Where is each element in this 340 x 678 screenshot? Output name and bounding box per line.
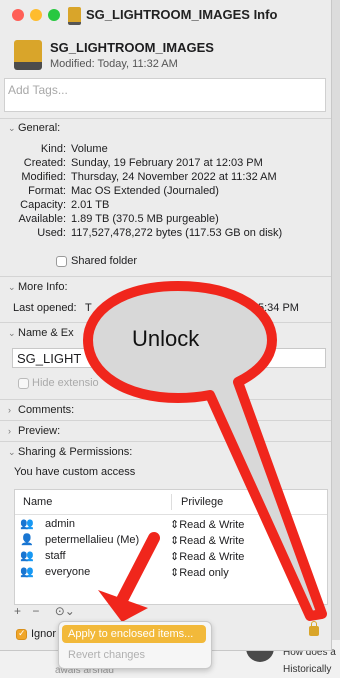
user-name: everyone (45, 566, 91, 578)
section-more-info-label: More Info: (18, 281, 68, 293)
drive-icon (68, 7, 81, 25)
created-value: Sunday, 19 February 2017 at 12:03 PM (71, 157, 263, 169)
background-text-2: Historically (283, 664, 332, 675)
user-icon: 👤 (20, 534, 34, 546)
action-menu-icon[interactable]: ⊙⌄ (55, 604, 75, 618)
column-name[interactable]: Name (23, 496, 52, 508)
divider (0, 420, 331, 421)
column-privilege[interactable]: Privilege (181, 496, 223, 508)
privilege-select[interactable]: ⇕Read & Write (170, 518, 244, 531)
group-icon: 👥 (20, 518, 34, 530)
kind-label: Kind: (40, 143, 66, 155)
file-name: SG_LIGHTROOM_IMAGES (50, 40, 214, 55)
lock-icon[interactable] (309, 621, 319, 636)
revert-changes[interactable]: Revert changes (68, 649, 145, 661)
group-icon: 👥 (20, 550, 34, 562)
last-opened-value-start: T (85, 302, 92, 314)
table-row[interactable]: 👥 staff ⇕Read & Write (15, 549, 327, 565)
table-row[interactable]: 👥 everyone ⇕Read only (15, 565, 327, 581)
apply-to-enclosed-items[interactable]: Apply to enclosed items... (62, 625, 206, 643)
tags-input[interactable]: Add Tags... (4, 78, 326, 112)
section-more-info[interactable]: ⌄ More Info: (8, 281, 68, 293)
zoom-button[interactable] (48, 9, 60, 21)
section-sharing[interactable]: ⌄ Sharing & Permissions: (8, 446, 132, 458)
permissions-actions: + − ⊙⌄ (14, 604, 75, 618)
title-bar: SG_LIGHTROOM_IMAGES Info (0, 0, 331, 30)
modified-summary: Modified: Today, 11:32 AM (50, 58, 178, 70)
chevron-down-icon: ⌄ (8, 328, 16, 338)
section-preview-label: Preview: (18, 425, 61, 437)
user-name: petermellalieu (Me) (45, 534, 140, 546)
ignore-ownership-checkbox[interactable] (16, 628, 27, 640)
modified-value: Thursday, 24 November 2022 at 11:32 AM (71, 171, 277, 183)
chevron-down-icon: ⌄ (8, 282, 16, 292)
minimize-button[interactable] (30, 9, 42, 21)
window-title: SG_LIGHTROOM_IMAGES Info (86, 7, 278, 22)
divider (0, 276, 331, 277)
divider (0, 441, 331, 442)
volume-icon (14, 40, 42, 72)
hide-extension-checkbox[interactable] (18, 378, 29, 389)
divider (0, 118, 331, 119)
format-value: Mac OS Extended (Journaled) (71, 185, 219, 197)
section-general-label: General: (18, 122, 61, 134)
shared-folder-checkbox[interactable] (56, 256, 67, 267)
section-name-extension[interactable]: ⌄ Name & Ex (8, 327, 74, 339)
section-name-extension-label: Name & Ex (18, 327, 74, 339)
permissions-table: Name Privilege 👥 admin ⇕Read & Write 👤 p… (14, 489, 328, 605)
format-label: Format: (28, 185, 66, 197)
used-value: 117,527,478,272 bytes (117.53 GB on disk… (71, 227, 283, 239)
callout-text: Unlock (132, 326, 200, 351)
divider (0, 322, 331, 323)
table-row[interactable]: 👥 admin ⇕Read & Write (15, 517, 327, 533)
section-comments-label: Comments: (18, 404, 75, 416)
last-opened-label: Last opened: (13, 302, 77, 314)
capacity-value: 2.01 TB (71, 199, 110, 211)
permissions-header: Name Privilege (15, 490, 327, 515)
last-opened-value-end: 5:34 PM (258, 302, 299, 314)
remove-button[interactable]: − (32, 604, 39, 618)
divider (0, 399, 331, 400)
kind-value: Volume (71, 143, 108, 155)
modified-label: Modified: (21, 171, 66, 183)
privilege-select[interactable]: ⇕Read & Write (170, 550, 244, 563)
table-row[interactable]: 👤 petermellalieu (Me) ⇕Read & Write (15, 533, 327, 549)
available-value: 1.89 TB (370.5 MB purgeable) (71, 213, 219, 225)
user-name: admin (45, 518, 75, 530)
section-preview[interactable]: › Preview: (8, 425, 60, 437)
available-label: Available: (18, 213, 67, 225)
chevron-right-icon: › (8, 405, 11, 415)
access-text: You have custom access (14, 466, 136, 478)
section-comments[interactable]: › Comments: (8, 404, 74, 416)
chevron-down-icon: ⌄ (8, 123, 16, 133)
used-label: Used: (37, 227, 66, 239)
ignore-ownership-label: Ignor (31, 628, 57, 640)
capacity-label: Capacity: (20, 199, 66, 211)
shared-folder-label: Shared folder (71, 255, 138, 267)
chevron-down-icon: ⌄ (8, 447, 16, 457)
section-sharing-label: Sharing & Permissions: (18, 446, 133, 458)
privilege-select[interactable]: ⇕Read & Write (170, 534, 244, 547)
action-popup-menu: Apply to enclosed items... Revert change… (58, 621, 212, 669)
hide-extension-label: Hide extensio (32, 377, 99, 389)
everyone-icon: 👥 (20, 566, 34, 578)
add-button[interactable]: + (14, 604, 21, 618)
created-label: Created: (23, 157, 66, 169)
close-button[interactable] (12, 9, 24, 21)
section-general[interactable]: ⌄ General: (8, 122, 60, 134)
user-name: staff (45, 550, 66, 562)
privilege-select[interactable]: ⇕Read only (170, 566, 229, 579)
chevron-right-icon: › (8, 426, 11, 436)
